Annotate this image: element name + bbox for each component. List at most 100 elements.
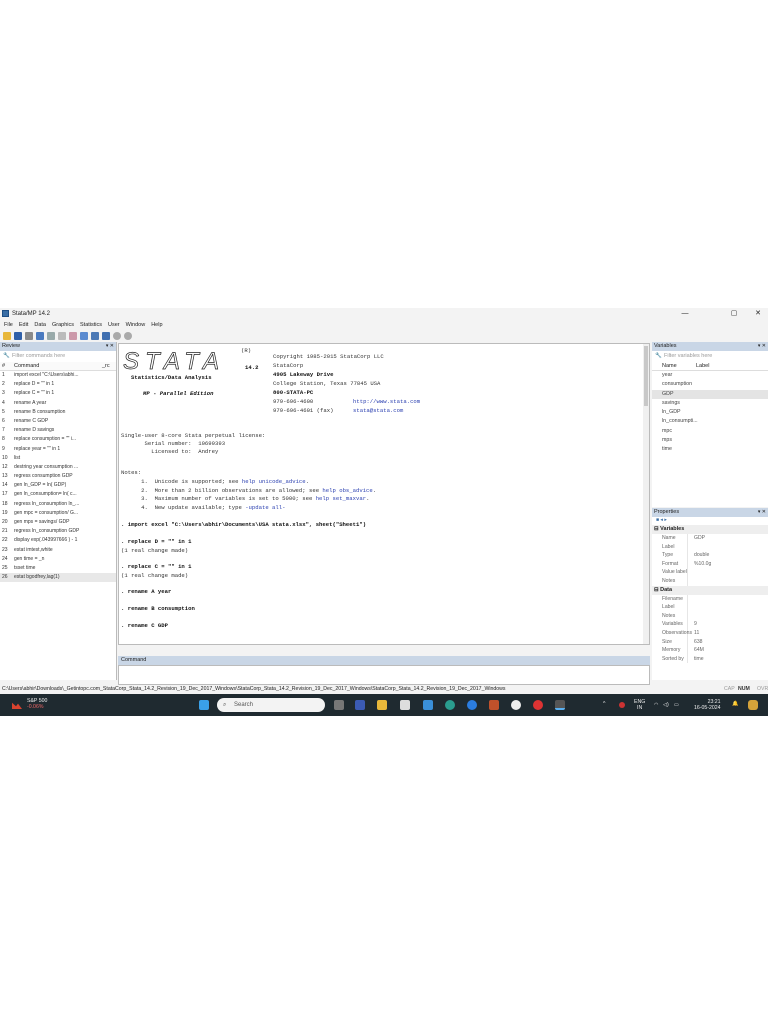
review-row[interactable]: 1 import excel "C:\Users\abhi... xyxy=(0,371,116,380)
variable-row[interactable]: time xyxy=(652,445,768,454)
teams-icon[interactable] xyxy=(355,700,365,710)
help-link[interactable]: help obs_advice xyxy=(322,487,372,494)
review-row[interactable]: 26 estat bgodfrey,lag(1) xyxy=(0,573,116,583)
variable-row[interactable]: consumption xyxy=(652,380,768,389)
wifi-icon[interactable]: ◠ xyxy=(654,702,659,708)
property-row[interactable]: Type double xyxy=(652,551,768,560)
property-row[interactable]: Observations 11 xyxy=(652,628,768,638)
property-row[interactable]: Size 638 xyxy=(652,637,768,647)
app-icon-3[interactable] xyxy=(511,700,521,710)
app-icon[interactable] xyxy=(423,700,433,710)
help-link[interactable]: -update all- xyxy=(245,504,285,511)
variable-row[interactable]: mpc xyxy=(652,427,768,436)
section-data[interactable]: ⊟ Data xyxy=(652,585,768,595)
close-button[interactable]: ✕ xyxy=(750,308,766,320)
notification-bell-icon[interactable]: 🔔 xyxy=(732,701,738,707)
review-row[interactable]: 2 replace D = "" in 1 xyxy=(0,380,116,389)
review-row[interactable]: 14 gen ln_GDP = ln( GDP) xyxy=(0,481,116,490)
property-row[interactable]: Sorted by time xyxy=(652,654,768,664)
property-row[interactable]: Filename xyxy=(652,594,768,604)
variable-row[interactable]: GDP xyxy=(652,389,768,399)
panel-pin-close-icon[interactable]: ▾ ✕ xyxy=(758,508,766,517)
windows-start-icon[interactable] xyxy=(199,700,209,710)
stata-taskbar-icon[interactable] xyxy=(555,700,565,710)
review-row[interactable]: 10 list xyxy=(0,454,116,463)
review-row[interactable]: 17 gen ln_consumption= ln( c... xyxy=(0,490,116,499)
review-row[interactable]: 6 rename C GDP xyxy=(0,417,116,426)
panel-pin-close-icon[interactable]: ▾ ✕ xyxy=(106,342,114,351)
menu-graphics[interactable]: Graphics xyxy=(52,320,74,330)
battery-icon[interactable]: ▭ xyxy=(674,702,679,708)
review-row[interactable]: 20 gen mps = savings/ GDP xyxy=(0,518,116,527)
variables-manager-icon[interactable] xyxy=(102,332,110,340)
col-label[interactable]: Label xyxy=(696,362,709,370)
menu-data[interactable]: Data xyxy=(34,320,46,330)
language-indicator[interactable]: ENG IN xyxy=(634,699,645,711)
review-row[interactable]: 21 regress ln_consumption GDP xyxy=(0,527,116,536)
review-row[interactable]: 13 regress consumption GDP xyxy=(0,472,116,481)
break-icon[interactable] xyxy=(124,332,132,340)
app-icon-2[interactable] xyxy=(489,700,499,710)
graph-icon[interactable] xyxy=(58,332,66,340)
copilot-icon[interactable] xyxy=(748,700,758,710)
menu-statistics[interactable]: Statistics xyxy=(80,320,102,330)
menu-file[interactable]: File xyxy=(4,320,13,330)
open-icon[interactable] xyxy=(3,332,11,340)
do-file-editor-icon[interactable] xyxy=(69,332,77,340)
section-variables[interactable]: ⊟ Variables xyxy=(652,525,768,534)
review-row[interactable]: 7 rename D savings xyxy=(0,426,116,435)
variable-row[interactable]: ln_consumpti... xyxy=(652,417,768,426)
property-row[interactable]: Variables 9 xyxy=(652,620,768,629)
review-row[interactable]: 18 regress ln_consumption ln_... xyxy=(0,500,116,509)
email-link[interactable]: stata@stata.com xyxy=(353,407,403,414)
property-row[interactable]: Label xyxy=(652,603,768,612)
property-row[interactable]: Format %10.0g xyxy=(652,559,768,569)
variable-row[interactable]: savings xyxy=(652,399,768,408)
menu-help[interactable]: Help xyxy=(151,320,162,330)
taskbar-search[interactable]: ⌕ Search xyxy=(217,698,325,712)
col-number[interactable]: # xyxy=(0,362,14,370)
website-link[interactable]: http://www.stata.com xyxy=(353,398,420,405)
lock-icon[interactable]: ■ xyxy=(656,517,659,523)
variable-row[interactable]: year xyxy=(652,371,768,380)
log-icon[interactable] xyxy=(36,332,44,340)
property-row[interactable]: Notes xyxy=(652,611,768,621)
property-row[interactable]: Name GDP xyxy=(652,534,768,543)
command-input[interactable] xyxy=(118,665,650,685)
results-scrollbar[interactable] xyxy=(643,344,649,644)
forward-icon[interactable]: ▸ xyxy=(664,517,667,523)
review-row[interactable]: 12 destring year consumption ... xyxy=(0,463,116,472)
maximize-button[interactable]: ▢ xyxy=(726,308,742,320)
variable-row[interactable]: mps xyxy=(652,436,768,445)
scrollbar-thumb[interactable] xyxy=(644,346,648,406)
store-icon[interactable] xyxy=(400,700,410,710)
review-row[interactable]: 3 replace C = "" in 1 xyxy=(0,389,116,398)
volume-icon[interactable]: ◁) xyxy=(663,702,669,708)
menu-user[interactable]: User xyxy=(108,320,120,330)
task-view-icon[interactable] xyxy=(334,700,344,710)
file-explorer-icon[interactable] xyxy=(377,700,387,710)
col-command[interactable]: Command xyxy=(14,362,102,370)
property-row[interactable]: Memory 64M xyxy=(652,646,768,655)
review-row[interactable]: 9 replace year = "" in 1 xyxy=(0,445,116,454)
review-row[interactable]: 19 gen mpc = consumption/ G... xyxy=(0,509,116,518)
review-row[interactable]: 25 tsset time xyxy=(0,564,116,573)
menu-window[interactable]: Window xyxy=(126,320,146,330)
print-icon[interactable] xyxy=(25,332,33,340)
property-row[interactable]: Notes xyxy=(652,576,768,586)
property-row[interactable]: Label xyxy=(652,542,768,552)
review-row[interactable]: 5 rename B consumption xyxy=(0,408,116,417)
review-row[interactable]: 8 replace consumption = "" i... xyxy=(0,435,116,444)
review-row[interactable]: 4 rename A year xyxy=(0,399,116,408)
menu-edit[interactable]: Edit xyxy=(19,320,28,330)
col-name[interactable]: Name xyxy=(652,362,696,370)
tray-app-icon[interactable] xyxy=(619,702,625,708)
clock[interactable]: 23:21 16-05-2024 xyxy=(694,699,721,711)
variables-filter-input[interactable]: 🔧 Filter variables here xyxy=(652,351,768,362)
data-editor-icon[interactable] xyxy=(80,332,88,340)
app-icon-4[interactable] xyxy=(533,700,543,710)
stock-widget[interactable]: S&P 500 -0.06% xyxy=(27,698,47,710)
review-row[interactable]: 24 gen time = _n xyxy=(0,555,116,564)
save-icon[interactable] xyxy=(14,332,22,340)
viewer-icon[interactable] xyxy=(47,332,55,340)
